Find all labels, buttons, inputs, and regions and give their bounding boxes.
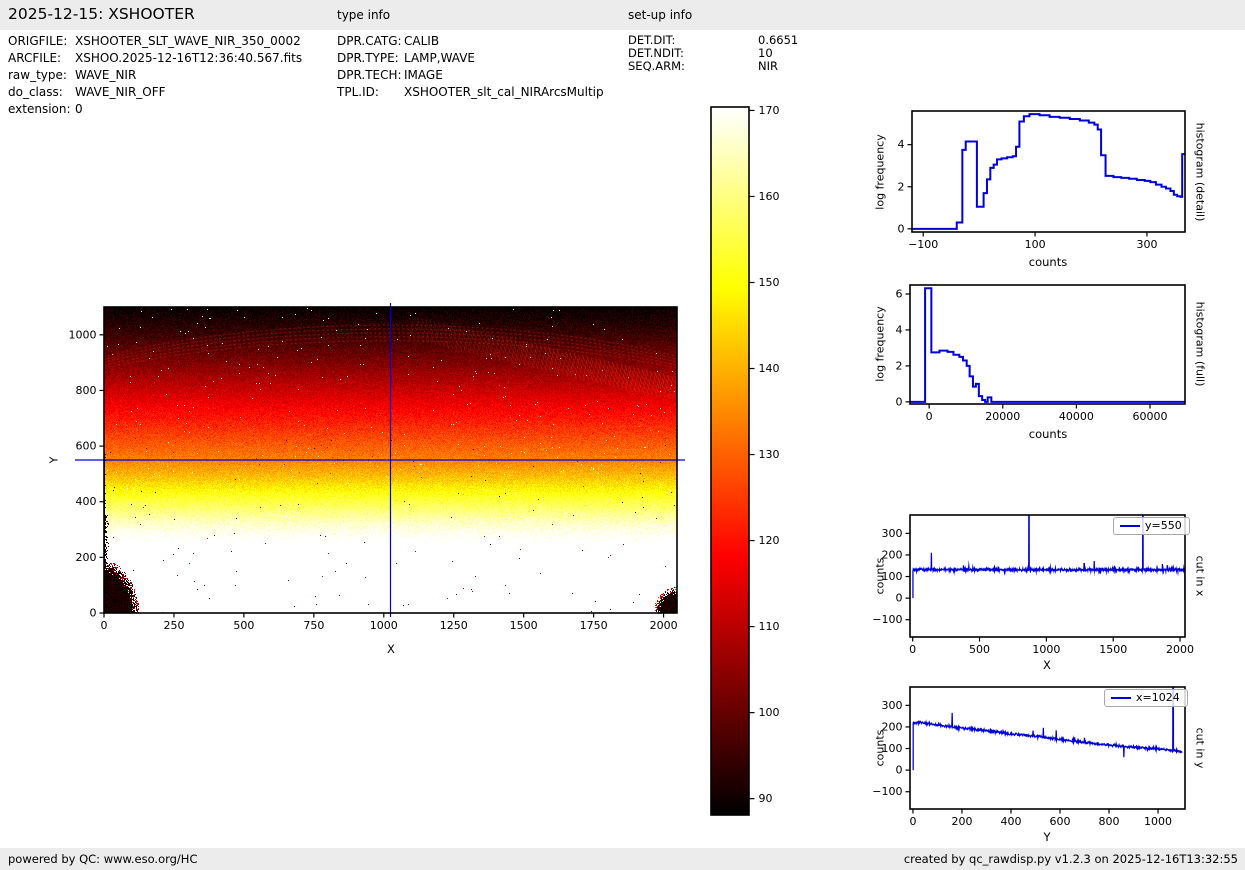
footer-created-by: created by qc_rawdisp.py v1.2.3 on 2025-… (903, 852, 1238, 866)
footer-bar: powered by QC: www.eso.org/HC created by… (0, 848, 1245, 870)
raw-image-heatmap (40, 288, 700, 670)
det-dit-value: 0.6651 (758, 33, 799, 47)
hist-detail-side-label: histogram (detail) (1193, 122, 1207, 222)
rawtype-label: raw_type: (8, 68, 67, 82)
legend-line-sample (1120, 524, 1140, 527)
legend-line-sample (1111, 696, 1131, 699)
cut-y-side-label: cut in y (1193, 727, 1207, 769)
header-bar: 2025-12-15: XSHOOTER type info set-up in… (0, 0, 1245, 30)
extension-value: 0 (75, 102, 83, 116)
dpr-type-value: LAMP,WAVE (404, 51, 476, 65)
tpl-id-value: XSHOOTER_slt_cal_NIRArcsMultip (404, 85, 604, 99)
histogram-detail-plot (862, 98, 1245, 276)
cut-x-xaxis-title: X (1043, 658, 1051, 672)
colorbar (700, 95, 815, 825)
hist-full-yaxis-title: log frequency (873, 306, 887, 382)
main-xaxis-title: X (387, 642, 395, 656)
det-ndit-value: 10 (758, 46, 773, 60)
page-title: 2025-12-15: XSHOOTER (8, 5, 195, 23)
doclass-value: WAVE_NIR_OFF (75, 85, 166, 99)
cut-x-legend: y=550 (1113, 517, 1190, 535)
setup-info-header: set-up info (628, 8, 693, 22)
dpr-catg-value: CALIB (404, 34, 440, 48)
hist-detail-xaxis-title: counts (1028, 255, 1068, 269)
hist-full-side-label: histogram (full) (1193, 301, 1207, 387)
rawtype-value: WAVE_NIR (75, 68, 137, 82)
dpr-tech-label: DPR.TECH: (337, 68, 402, 82)
doclass-label: do_class: (8, 85, 63, 99)
seq-arm-label: SEQ.ARM: (628, 59, 685, 73)
cut-x-legend-label: y=550 (1145, 519, 1182, 532)
extension-label: extension: (8, 102, 71, 116)
arcfile-label: ARCFILE: (8, 51, 62, 65)
arcfile-value: XSHOO.2025-12-16T12:36:40.567.fits (75, 51, 303, 65)
dpr-tech-value: IMAGE (404, 68, 443, 82)
seq-arm-value: NIR (758, 59, 778, 73)
origfile-label: ORIGFILE: (8, 34, 68, 48)
main-yaxis-title: Y (47, 456, 61, 464)
qc-report-page: 2025-12-15: XSHOOTER type info set-up in… (0, 0, 1245, 870)
cut-x-side-label: cut in x (1193, 555, 1207, 597)
dpr-type-label: DPR.TYPE: (337, 51, 399, 65)
cut-y-legend: x=1024 (1104, 689, 1188, 707)
hist-full-xaxis-title: counts (1028, 427, 1068, 441)
hist-detail-yaxis-title: log frequency (873, 134, 887, 210)
footer-powered-by: powered by QC: www.eso.org/HC (8, 852, 198, 866)
det-dit-label: DET.DIT: (628, 33, 676, 47)
cut-y-yaxis-title: counts (873, 729, 887, 767)
origfile-value: XSHOOTER_SLT_WAVE_NIR_350_0002 (75, 34, 301, 48)
histogram-full-plot (862, 270, 1245, 448)
dpr-catg-label: DPR.CATG: (337, 34, 402, 48)
cut-x-yaxis-title: counts (873, 557, 887, 595)
det-ndit-label: DET.NDIT: (628, 46, 684, 60)
tpl-id-label: TPL.ID: (337, 85, 379, 99)
cut-y-xaxis-title: Y (1043, 830, 1051, 844)
type-info-header: type info (337, 8, 391, 22)
cut-y-legend-label: x=1024 (1136, 691, 1180, 704)
